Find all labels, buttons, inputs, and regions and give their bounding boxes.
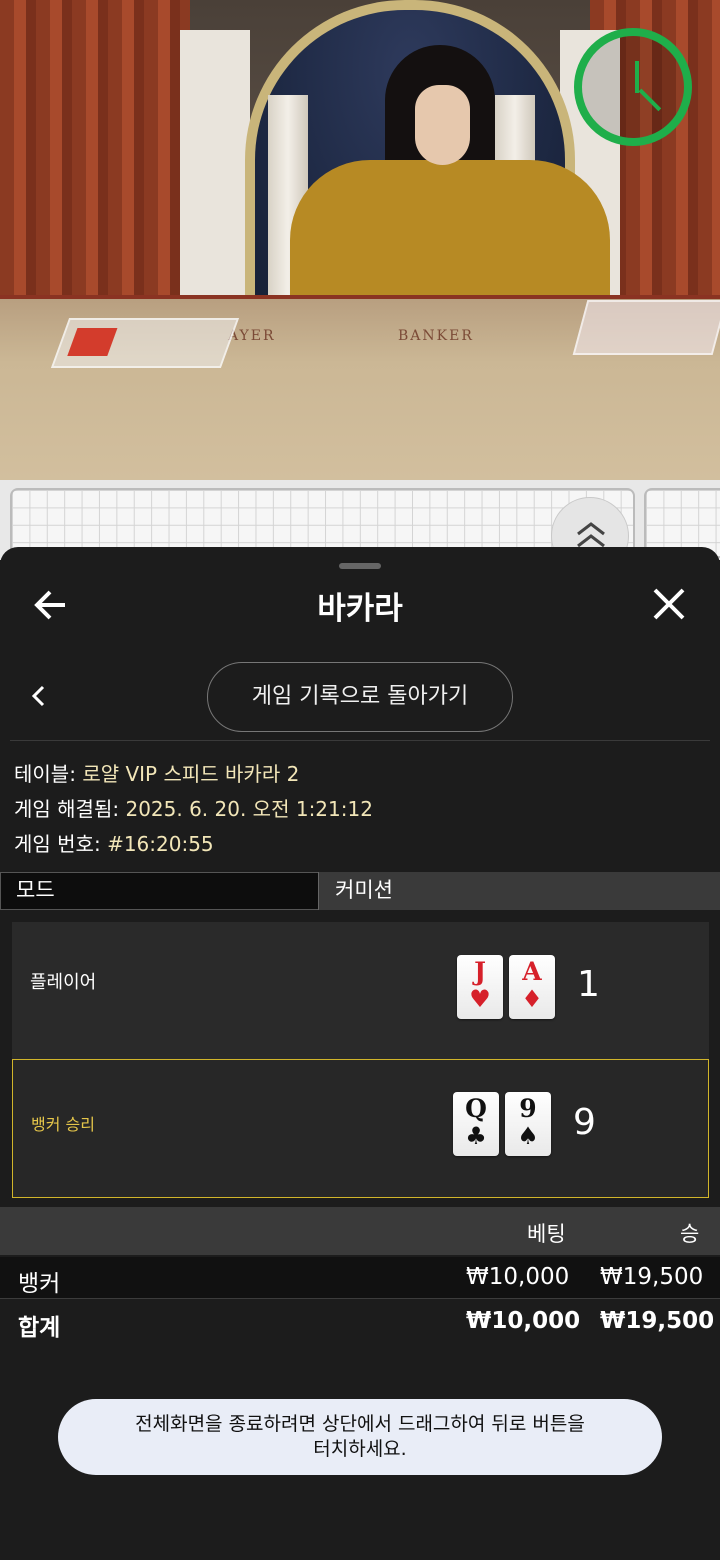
- table-info-label: 테이블:: [14, 762, 76, 786]
- discard-tray: [572, 300, 720, 355]
- dealer-body: [290, 160, 610, 310]
- drag-handle[interactable]: [339, 563, 381, 569]
- banker-win-label: 뱅커 승리: [31, 1115, 95, 1134]
- game-number-value: #16:20:55: [107, 832, 214, 856]
- dealer-face: [415, 85, 470, 165]
- double-chevron-up-icon: [577, 522, 605, 548]
- player-card-2: A ♦: [509, 955, 555, 1019]
- player-label: 플레이어: [30, 972, 97, 993]
- back-to-history-button[interactable]: 게임 기록으로 돌아가기: [207, 662, 513, 732]
- table-info: 테이블: 로얄 VIP 스피드 바카라 2: [14, 758, 299, 787]
- close-icon[interactable]: [650, 585, 688, 623]
- bet-table-header: 베팅 승: [0, 1207, 720, 1255]
- banker-score: 9: [573, 1102, 596, 1143]
- divider: [10, 740, 710, 741]
- fullscreen-exit-toast: 전체화면을 종료하려면 상단에서 드래그하여 뒤로 버튼을 터치하세요.: [58, 1399, 662, 1475]
- game-number-info: 게임 번호: #16:20:55: [14, 828, 214, 857]
- bet-column-header: 베팅: [527, 1222, 566, 1246]
- result-tabs: 모드 커미션: [0, 872, 720, 910]
- bet-row-win: ₩19,500: [600, 1264, 704, 1290]
- round-result: 플레이어 J ♥ A ♦ 1 뱅커 승리 Q ♣ 9 ♠ 9: [12, 922, 709, 1198]
- card-shoe: [50, 318, 240, 368]
- table-info-value: 로얄 VIP 스피드 바카라 2: [82, 762, 300, 786]
- game-history-sheet: 바카라 게임 기록으로 돌아가기 테이블: 로얄 VIP 스피드 바카라 2 게…: [0, 547, 720, 1560]
- wall-panel-left: [180, 30, 250, 300]
- resolved-info-label: 게임 해결됨:: [14, 797, 120, 821]
- banker-card-2: 9 ♠: [505, 1092, 551, 1156]
- player-score: 1: [577, 964, 600, 1005]
- banker-hand-row: 뱅커 승리 Q ♣ 9 ♠ 9: [12, 1059, 709, 1198]
- player-hand-row: 플레이어 J ♥ A ♦ 1: [12, 922, 709, 1059]
- toast-line-1: 전체화면을 종료하려면 상단에서 드래그하여 뒤로 버튼을: [135, 1413, 585, 1435]
- toast-line-2: 터치하세요.: [313, 1438, 407, 1460]
- bet-total-row: 합계 ₩10,000 ₩19,500: [0, 1299, 720, 1345]
- tab-commission[interactable]: 커미션: [318, 872, 720, 910]
- bet-row-name: 뱅커: [18, 1271, 61, 1297]
- bet-row-amount: ₩10,000: [466, 1264, 570, 1290]
- banker-card-1: Q ♣: [453, 1092, 499, 1156]
- resolved-info: 게임 해결됨: 2025. 6. 20. 오전 1:21:12: [14, 793, 373, 822]
- player-card-1: J ♥: [457, 955, 503, 1019]
- tab-mode[interactable]: 모드: [0, 872, 318, 910]
- curtain-left: [0, 0, 190, 300]
- resolved-info-value: 2025. 6. 20. 오전 1:21:12: [125, 797, 373, 821]
- total-win: ₩19,500: [600, 1308, 715, 1334]
- live-video-stream: AYER BANKER: [0, 0, 720, 480]
- total-label: 합계: [18, 1315, 61, 1341]
- table-banker-text: BANKER: [398, 328, 474, 344]
- game-number-label: 게임 번호:: [14, 832, 101, 856]
- bet-row: 뱅커 ₩10,000 ₩19,500: [0, 1257, 720, 1299]
- total-bet: ₩10,000: [466, 1308, 581, 1334]
- chevron-left-icon[interactable]: [28, 682, 50, 710]
- table-player-text: AYER: [228, 328, 276, 344]
- page-title: 바카라: [317, 591, 403, 627]
- bet-timer-clock-icon: [574, 28, 692, 146]
- win-column-header: 승: [680, 1222, 700, 1246]
